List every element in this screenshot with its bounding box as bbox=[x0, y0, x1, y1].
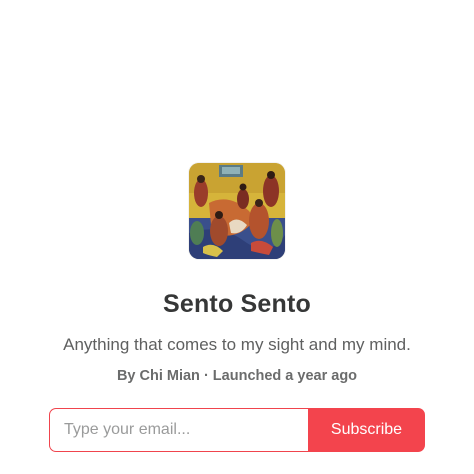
publication-landing: Sento Sento Anything that comes to my si… bbox=[0, 0, 474, 474]
publication-byline: By Chi Mian · Launched a year ago bbox=[116, 368, 358, 384]
email-input[interactable] bbox=[49, 408, 308, 452]
subscribe-button[interactable]: Subscribe bbox=[308, 408, 425, 452]
subscribe-form: Subscribe bbox=[49, 408, 425, 452]
publication-title: Sento Sento bbox=[162, 290, 312, 318]
publication-cover-image bbox=[189, 163, 285, 259]
publication-tagline: Anything that comes to my sight and my m… bbox=[63, 335, 411, 354]
